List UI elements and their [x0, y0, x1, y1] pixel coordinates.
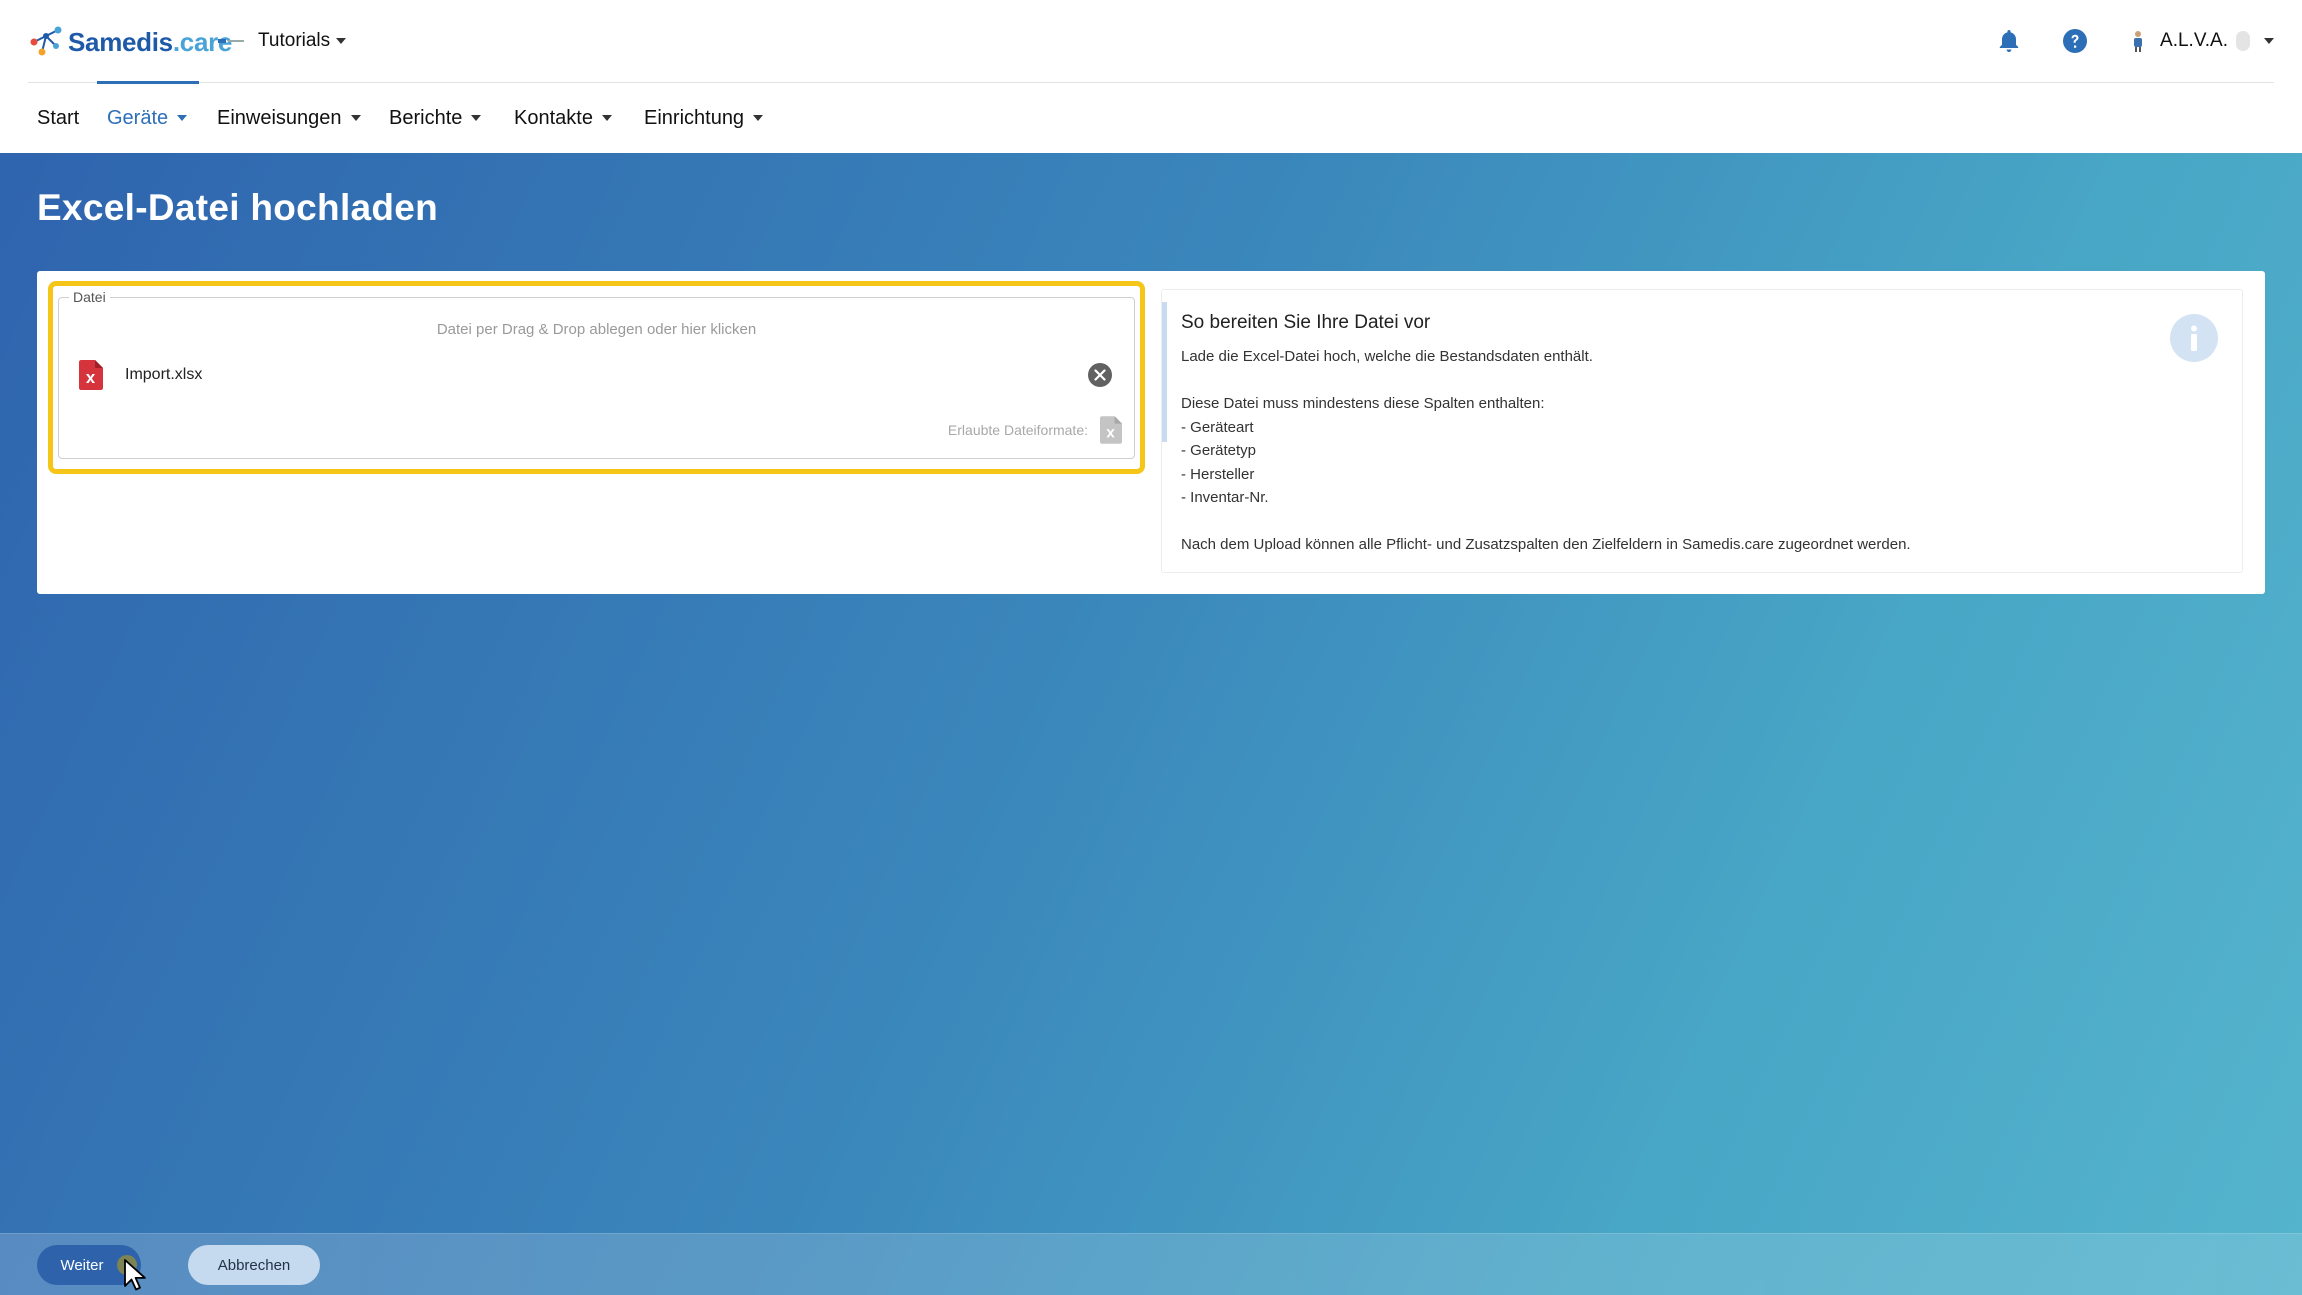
info-line [1181, 510, 1911, 534]
page-title: Excel-Datei hochladen [37, 187, 439, 228]
chevron-down-icon [177, 115, 188, 121]
info-accent-stripe [1162, 302, 1167, 442]
nav-item-berichte[interactable]: Berichte [389, 83, 482, 153]
header-row: Samedis.care Tutorials A.L.V.A. [28, 0, 2274, 83]
header-actions: A.L.V.A. [1956, 28, 2274, 54]
nav-item-label: Geräte [107, 106, 169, 129]
footer-action-bar: Weiter Abbrechen [0, 1233, 2302, 1295]
nav-item-kontakte[interactable]: Kontakte [514, 83, 612, 153]
upload-card: Datei Datei per Drag & Drop ablegen oder… [37, 271, 2265, 594]
close-circle-icon [1094, 369, 1106, 381]
info-line: - Gerätetyp [1181, 442, 1257, 459]
user-avatar-icon [2134, 31, 2143, 52]
info-line: Nach dem Upload können alle Pflicht- und… [1181, 536, 1911, 553]
nav-item-label: Start [37, 106, 80, 129]
chevron-down-icon [601, 115, 612, 121]
info-icon [2170, 314, 2218, 362]
user-menu[interactable]: A.L.V.A. [2130, 30, 2274, 52]
info-body: Lade die Excel-Datei hoch, welche die Be… [1181, 345, 1911, 557]
excel-format-icon [1100, 416, 1122, 444]
logo-molecule-icon [30, 26, 62, 56]
info-line [1181, 369, 1911, 393]
nav-item-label: Einrichtung [644, 106, 745, 129]
chevron-down-icon [753, 115, 764, 121]
file-field-label: Datei [69, 289, 110, 305]
uploaded-file-name: Import.xlsx [125, 366, 203, 383]
nav-item-label: Kontakte [514, 106, 593, 129]
nav-item-geraete[interactable]: Geräte [107, 83, 188, 153]
nav-item-einrichtung[interactable]: Einrichtung [644, 83, 764, 153]
dropzone-hint[interactable]: Datei per Drag & Drop ablegen oder hier … [59, 321, 1134, 338]
nav-item-start[interactable]: Start [37, 83, 79, 153]
nav-item-label: Berichte [389, 106, 463, 129]
info-line: Diese Datei muss mindestens diese Spalte… [1181, 395, 1545, 412]
main-nav: Start Geräte Einweisungen Berichte Konta… [0, 83, 2302, 153]
chevron-down-icon [336, 38, 347, 44]
info-line: - Geräteart [1181, 418, 1254, 436]
chevron-down-icon [350, 115, 361, 121]
cancel-button-label: Abbrechen [217, 1256, 291, 1274]
nav-item-label: Einweisungen [217, 106, 342, 129]
allowed-formats: Erlaubte Dateiformate: [948, 416, 1122, 444]
info-title: So bereiten Sie Ihre Datei vor [1181, 312, 1431, 333]
info-line: Lade die Excel-Datei hoch, welche die Be… [1181, 348, 1593, 365]
file-upload-field[interactable]: Datei Datei per Drag & Drop ablegen oder… [58, 289, 1135, 459]
cancel-button[interactable]: Abbrechen [188, 1245, 320, 1285]
help-button[interactable] [2062, 28, 2088, 54]
tenant-logo-icon [218, 39, 244, 43]
help-icon [2063, 29, 2088, 53]
samedis-logo[interactable]: Samedis.care [28, 24, 232, 60]
next-button-label: Weiter [60, 1256, 104, 1274]
info-panel: So bereiten Sie Ihre Datei vor Lade die … [1161, 289, 2243, 573]
brand-name: Samedis [68, 26, 173, 57]
bell-icon [1999, 30, 2019, 52]
excel-file-icon [79, 360, 103, 390]
tenant-selector[interactable]: Tutorials [218, 30, 347, 52]
top-header: Samedis.care Tutorials A.L.V.A. Start Ge… [0, 0, 2302, 153]
remove-file-button[interactable] [1088, 363, 1112, 387]
info-line: - Inventar-Nr. [1181, 489, 1269, 506]
user-name: A.L.V.A. [2160, 30, 2228, 51]
tenant-name: Tutorials [258, 30, 331, 51]
chevron-down-icon [471, 115, 482, 121]
notifications-button[interactable] [1996, 28, 2022, 54]
info-line: - Hersteller [1181, 465, 1255, 483]
uploaded-file-row: Import.xlsx [79, 358, 1114, 392]
chevron-down-icon [2264, 38, 2274, 44]
mouse-cursor-icon [124, 1259, 146, 1291]
allowed-formats-label: Erlaubte Dateiformate: [947, 422, 1088, 438]
nav-item-einweisungen[interactable]: Einweisungen [217, 83, 361, 153]
user-badge [2236, 31, 2250, 51]
